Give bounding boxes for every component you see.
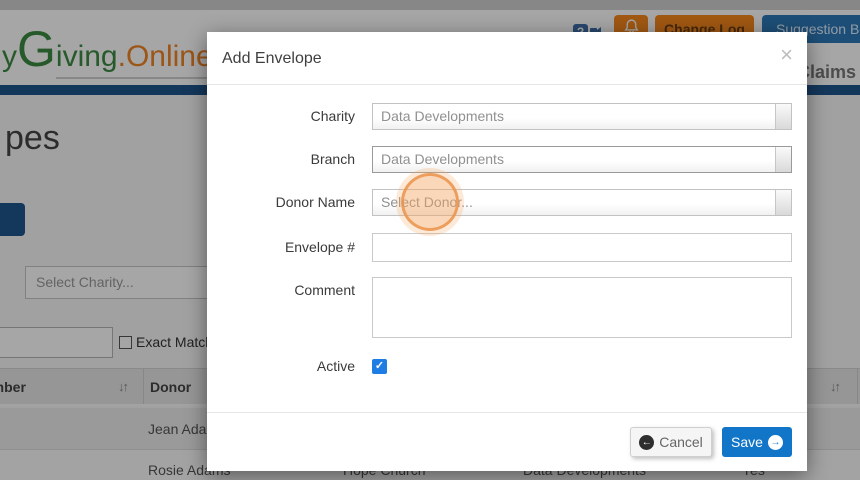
app-window: yGiving.Online ? Change Log Suggestion B… xyxy=(0,0,860,480)
save-button-label: Save xyxy=(731,434,763,450)
comment-field-label: Comment xyxy=(207,282,355,298)
modal-title: Add Envelope xyxy=(222,50,322,68)
branch-select[interactable]: Data Developments xyxy=(372,146,792,173)
branch-select-value: Data Developments xyxy=(381,147,504,172)
donor-field-label: Donor Name xyxy=(207,189,355,216)
branch-field-label: Branch xyxy=(207,146,355,173)
envelope-field-label: Envelope # xyxy=(207,233,355,262)
save-button[interactable]: Save → xyxy=(722,427,792,457)
dropdown-arrow-icon xyxy=(775,190,791,215)
check-icon: ✓ xyxy=(375,360,384,372)
modal-header: Add Envelope × xyxy=(207,32,807,85)
dropdown-arrow-icon xyxy=(775,147,791,172)
active-checkbox[interactable]: ✓ xyxy=(372,359,387,374)
comment-textarea[interactable] xyxy=(372,277,792,338)
arrow-left-circle-icon: ← xyxy=(639,435,654,450)
add-envelope-modal: Add Envelope × Charity Data Developments… xyxy=(207,32,807,471)
charity-select[interactable]: Data Developments xyxy=(372,103,792,130)
click-indicator xyxy=(401,173,459,231)
cancel-button-label: Cancel xyxy=(659,434,703,450)
dropdown-arrow-icon xyxy=(775,104,791,129)
active-field-label: Active xyxy=(207,359,355,374)
footer-divider xyxy=(207,412,807,413)
close-icon[interactable]: × xyxy=(780,44,793,66)
charity-field-label: Charity xyxy=(207,103,355,130)
arrow-right-circle-icon: → xyxy=(768,435,783,450)
charity-select-value: Data Developments xyxy=(381,104,504,129)
cancel-button[interactable]: ← Cancel xyxy=(630,427,712,457)
envelope-number-input[interactable] xyxy=(372,233,792,262)
